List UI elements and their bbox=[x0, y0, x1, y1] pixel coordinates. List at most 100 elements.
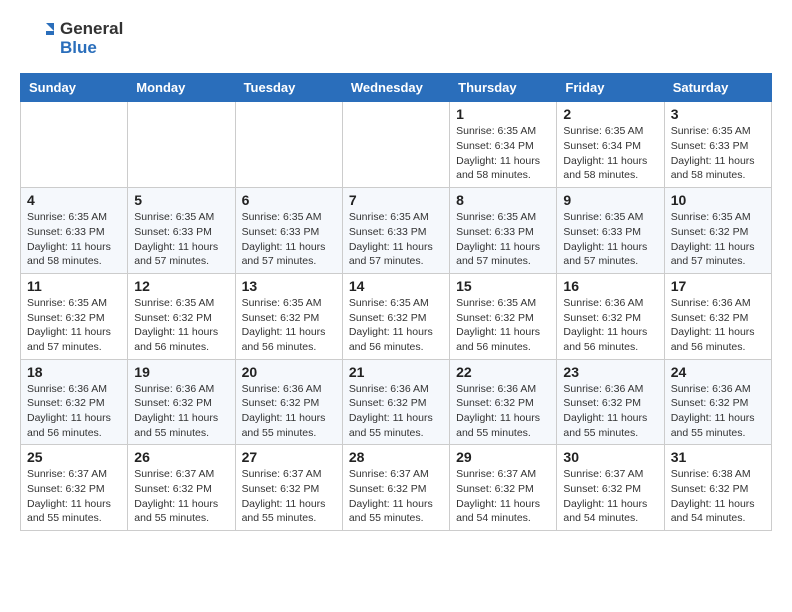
day-detail: Sunrise: 6:36 AM Sunset: 6:32 PM Dayligh… bbox=[563, 296, 657, 355]
day-number: 30 bbox=[563, 449, 657, 465]
day-number: 4 bbox=[27, 192, 121, 208]
calendar-cell: 26 Sunrise: 6:37 AM Sunset: 6:32 PM Dayli… bbox=[128, 445, 235, 531]
calendar-cell: 16 Sunrise: 6:36 AM Sunset: 6:32 PM Dayli… bbox=[557, 273, 664, 359]
calendar-cell: 22 Sunrise: 6:36 AM Sunset: 6:32 PM Dayli… bbox=[450, 359, 557, 445]
day-detail: Sunrise: 6:37 AM Sunset: 6:32 PM Dayligh… bbox=[27, 467, 121, 526]
day-detail: Sunrise: 6:36 AM Sunset: 6:32 PM Dayligh… bbox=[671, 382, 765, 441]
day-detail: Sunrise: 6:35 AM Sunset: 6:32 PM Dayligh… bbox=[456, 296, 550, 355]
calendar-cell bbox=[128, 102, 235, 188]
day-detail: Sunrise: 6:36 AM Sunset: 6:32 PM Dayligh… bbox=[349, 382, 443, 441]
day-number: 26 bbox=[134, 449, 228, 465]
day-of-week-header: Saturday bbox=[664, 74, 771, 102]
day-number: 25 bbox=[27, 449, 121, 465]
day-number: 11 bbox=[27, 278, 121, 294]
day-of-week-header: Wednesday bbox=[342, 74, 449, 102]
day-number: 27 bbox=[242, 449, 336, 465]
day-detail: Sunrise: 6:37 AM Sunset: 6:32 PM Dayligh… bbox=[563, 467, 657, 526]
calendar-cell: 29 Sunrise: 6:37 AM Sunset: 6:32 PM Dayli… bbox=[450, 445, 557, 531]
calendar-cell: 11 Sunrise: 6:35 AM Sunset: 6:32 PM Dayli… bbox=[21, 273, 128, 359]
day-detail: Sunrise: 6:35 AM Sunset: 6:32 PM Dayligh… bbox=[134, 296, 228, 355]
day-number: 15 bbox=[456, 278, 550, 294]
calendar-cell: 31 Sunrise: 6:38 AM Sunset: 6:32 PM Dayli… bbox=[664, 445, 771, 531]
day-detail: Sunrise: 6:36 AM Sunset: 6:32 PM Dayligh… bbox=[456, 382, 550, 441]
logo-svg bbox=[20, 21, 56, 57]
day-detail: Sunrise: 6:35 AM Sunset: 6:34 PM Dayligh… bbox=[563, 124, 657, 183]
day-detail: Sunrise: 6:38 AM Sunset: 6:32 PM Dayligh… bbox=[671, 467, 765, 526]
calendar-cell: 7 Sunrise: 6:35 AM Sunset: 6:33 PM Daylig… bbox=[342, 188, 449, 274]
logo: General Blue bbox=[20, 20, 123, 57]
day-number: 8 bbox=[456, 192, 550, 208]
day-number: 22 bbox=[456, 364, 550, 380]
day-number: 7 bbox=[349, 192, 443, 208]
logo-general-text: General bbox=[60, 20, 123, 39]
day-of-week-header: Sunday bbox=[21, 74, 128, 102]
calendar-cell: 14 Sunrise: 6:35 AM Sunset: 6:32 PM Dayli… bbox=[342, 273, 449, 359]
day-number: 1 bbox=[456, 106, 550, 122]
day-number: 23 bbox=[563, 364, 657, 380]
day-number: 14 bbox=[349, 278, 443, 294]
calendar-cell: 30 Sunrise: 6:37 AM Sunset: 6:32 PM Dayli… bbox=[557, 445, 664, 531]
calendar-cell: 12 Sunrise: 6:35 AM Sunset: 6:32 PM Dayli… bbox=[128, 273, 235, 359]
day-number: 31 bbox=[671, 449, 765, 465]
day-detail: Sunrise: 6:36 AM Sunset: 6:32 PM Dayligh… bbox=[242, 382, 336, 441]
calendar-cell: 19 Sunrise: 6:36 AM Sunset: 6:32 PM Dayli… bbox=[128, 359, 235, 445]
calendar-cell: 27 Sunrise: 6:37 AM Sunset: 6:32 PM Dayli… bbox=[235, 445, 342, 531]
page-header: General Blue bbox=[20, 20, 772, 57]
calendar-cell bbox=[342, 102, 449, 188]
day-of-week-header: Monday bbox=[128, 74, 235, 102]
calendar-cell: 5Sunrise: 6:35 AM Sunset: 6:33 PM Daylig… bbox=[128, 188, 235, 274]
day-number: 2 bbox=[563, 106, 657, 122]
day-detail: Sunrise: 6:35 AM Sunset: 6:32 PM Dayligh… bbox=[349, 296, 443, 355]
day-detail: Sunrise: 6:35 AM Sunset: 6:32 PM Dayligh… bbox=[27, 296, 121, 355]
day-detail: Sunrise: 6:35 AM Sunset: 6:33 PM Dayligh… bbox=[456, 210, 550, 269]
day-of-week-header: Tuesday bbox=[235, 74, 342, 102]
calendar-cell: 4 Sunrise: 6:35 AM Sunset: 6:33 PM Daylig… bbox=[21, 188, 128, 274]
day-detail: Sunrise: 6:35 AM Sunset: 6:32 PM Dayligh… bbox=[242, 296, 336, 355]
day-detail: Sunrise: 6:35 AM Sunset: 6:34 PM Dayligh… bbox=[456, 124, 550, 183]
day-number: 18 bbox=[27, 364, 121, 380]
calendar-cell: 23 Sunrise: 6:36 AM Sunset: 6:32 PM Dayli… bbox=[557, 359, 664, 445]
day-number: 6 bbox=[242, 192, 336, 208]
day-number: 12 bbox=[134, 278, 228, 294]
day-detail: Sunrise: 6:37 AM Sunset: 6:32 PM Dayligh… bbox=[349, 467, 443, 526]
day-of-week-header: Friday bbox=[557, 74, 664, 102]
day-number: 19 bbox=[134, 364, 228, 380]
day-number: 20 bbox=[242, 364, 336, 380]
day-number: 3 bbox=[671, 106, 765, 122]
calendar-cell: 20 Sunrise: 6:36 AM Sunset: 6:32 PM Dayli… bbox=[235, 359, 342, 445]
day-of-week-header: Thursday bbox=[450, 74, 557, 102]
day-detail: Sunrise: 6:35 AM Sunset: 6:32 PM Dayligh… bbox=[671, 210, 765, 269]
day-number: 10 bbox=[671, 192, 765, 208]
day-detail: Sunrise: 6:35 AM Sunset: 6:33 PM Dayligh… bbox=[563, 210, 657, 269]
calendar-cell: 6Sunrise: 6:35 AM Sunset: 6:33 PM Daylig… bbox=[235, 188, 342, 274]
day-detail: Sunrise: 6:36 AM Sunset: 6:32 PM Dayligh… bbox=[563, 382, 657, 441]
calendar-cell: 1 Sunrise: 6:35 AM Sunset: 6:34 PM Daylig… bbox=[450, 102, 557, 188]
day-detail: Sunrise: 6:35 AM Sunset: 6:33 PM Dayligh… bbox=[349, 210, 443, 269]
day-detail: Sunrise: 6:36 AM Sunset: 6:32 PM Dayligh… bbox=[671, 296, 765, 355]
day-number: 13 bbox=[242, 278, 336, 294]
calendar-cell: 15 Sunrise: 6:35 AM Sunset: 6:32 PM Dayli… bbox=[450, 273, 557, 359]
calendar-cell: 13 Sunrise: 6:35 AM Sunset: 6:32 PM Dayli… bbox=[235, 273, 342, 359]
day-detail: Sunrise: 6:37 AM Sunset: 6:32 PM Dayligh… bbox=[134, 467, 228, 526]
calendar-cell: 25 Sunrise: 6:37 AM Sunset: 6:32 PM Dayli… bbox=[21, 445, 128, 531]
calendar-cell: 21 Sunrise: 6:36 AM Sunset: 6:32 PM Dayli… bbox=[342, 359, 449, 445]
day-detail: Sunrise: 6:35 AM Sunset: 6:33 PM Dayligh… bbox=[134, 210, 228, 269]
day-number: 17 bbox=[671, 278, 765, 294]
calendar-cell: 3 Sunrise: 6:35 AM Sunset: 6:33 PM Daylig… bbox=[664, 102, 771, 188]
day-number: 21 bbox=[349, 364, 443, 380]
day-detail: Sunrise: 6:37 AM Sunset: 6:32 PM Dayligh… bbox=[242, 467, 336, 526]
day-detail: Sunrise: 6:36 AM Sunset: 6:32 PM Dayligh… bbox=[134, 382, 228, 441]
day-number: 29 bbox=[456, 449, 550, 465]
calendar-cell: 10 Sunrise: 6:35 AM Sunset: 6:32 PM Dayli… bbox=[664, 188, 771, 274]
calendar-cell: 18Sunrise: 6:36 AM Sunset: 6:32 PM Dayli… bbox=[21, 359, 128, 445]
calendar-cell bbox=[21, 102, 128, 188]
calendar-cell bbox=[235, 102, 342, 188]
calendar-cell: 8 Sunrise: 6:35 AM Sunset: 6:33 PM Daylig… bbox=[450, 188, 557, 274]
day-detail: Sunrise: 6:35 AM Sunset: 6:33 PM Dayligh… bbox=[27, 210, 121, 269]
day-number: 16 bbox=[563, 278, 657, 294]
calendar-cell: 28Sunrise: 6:37 AM Sunset: 6:32 PM Dayli… bbox=[342, 445, 449, 531]
day-detail: Sunrise: 6:37 AM Sunset: 6:32 PM Dayligh… bbox=[456, 467, 550, 526]
day-detail: Sunrise: 6:35 AM Sunset: 6:33 PM Dayligh… bbox=[671, 124, 765, 183]
day-number: 9 bbox=[563, 192, 657, 208]
day-number: 24 bbox=[671, 364, 765, 380]
